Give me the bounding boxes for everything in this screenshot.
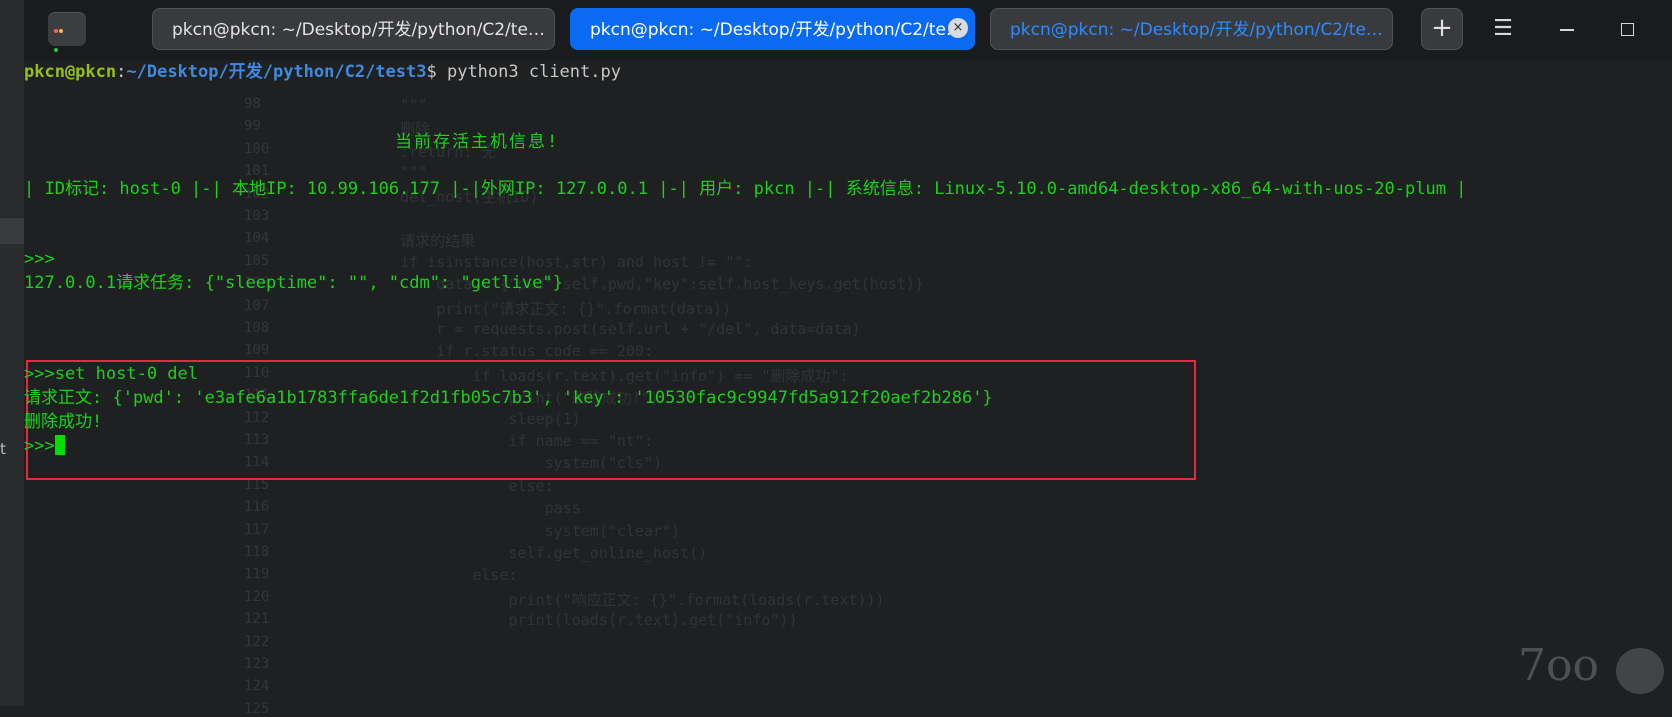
menu-icon[interactable]: ☰ xyxy=(1488,14,1518,44)
bg-line-number: 121 xyxy=(244,611,270,628)
tab-1[interactable]: pkcn@pkcn: ~/Desktop/开发/python/C2/te… xyxy=(152,8,555,50)
bg-line-number: 108 xyxy=(244,320,270,336)
bg-code-line: print(loads(r.text).get("info")) xyxy=(364,611,798,630)
bg-line-number: 104 xyxy=(244,230,270,247)
final-prompt: >>> xyxy=(24,436,55,456)
delete-success-line: 删除成功! xyxy=(24,412,103,432)
bg-line-number: 117 xyxy=(244,521,270,538)
maximize-icon[interactable] xyxy=(1613,14,1643,44)
command-text: python3 client.py xyxy=(436,62,621,82)
bg-code-line: else: xyxy=(364,566,518,585)
bg-line-number: 100 xyxy=(244,140,270,157)
bg-line-number: 101 xyxy=(244,163,270,180)
bg-line-number: 123 xyxy=(244,656,270,672)
tab-2-label: pkcn@pkcn: ~/Desktop/开发/python/C2/te… xyxy=(590,20,963,40)
prompt-dollar: $ xyxy=(426,62,437,82)
empty-prompt: >>> xyxy=(24,249,55,269)
terminal-output[interactable]: 98 99 100 101 102 103 104 105 106 107 108 109 110 111… xyxy=(24,60,1672,717)
left-dock-strip: t xyxy=(0,0,24,706)
final-prompt-line[interactable]: >>> xyxy=(24,435,65,457)
bg-code-line: """ xyxy=(364,96,428,114)
bg-code-line: print("请求正文: {}".format(data)) xyxy=(364,299,732,318)
bg-line-number: 109 xyxy=(244,342,270,359)
bg-line-number: 120 xyxy=(244,588,270,605)
dock-selected-item[interactable] xyxy=(0,218,24,244)
bg-line-number: 105 xyxy=(244,252,270,269)
tab-close-icon[interactable]: × xyxy=(948,18,968,38)
bg-code-line: system("clear") xyxy=(364,521,681,540)
bg-line-number: 116 xyxy=(244,499,270,516)
bg-line-number: 98 xyxy=(244,96,261,112)
bg-code-line: 请求的结果 xyxy=(364,232,476,251)
request-body-line: 请求正文: {'pwd': 'e3afe6a1b1783ffa6de1f2d1f… xyxy=(24,388,993,408)
tab-2-active[interactable]: pkcn@pkcn: ~/Desktop/开发/python/C2/te… xyxy=(570,8,975,50)
bg-line-number: 119 xyxy=(244,566,270,583)
watermark-logo: 7oo xyxy=(1518,640,1668,706)
text-cursor xyxy=(54,435,65,455)
bg-code-line: print("响应正文: {}".format(loads(r.text))) xyxy=(364,590,885,609)
minimize-icon[interactable] xyxy=(1552,14,1582,44)
watermark-text: 7oo xyxy=(1518,640,1599,691)
bg-line-number: 99 xyxy=(244,118,261,135)
bg-code-line: if isinstance(host,str) and host != "": xyxy=(364,252,753,271)
header-text: 当前存活主机信息! xyxy=(395,132,560,152)
watermark-splash xyxy=(1616,648,1664,694)
bg-line-number: 107 xyxy=(244,297,270,314)
prompt-path: ~/Desktop/开发/python/C2/test3 xyxy=(126,62,427,82)
bg-code-line: r = requests.post(self.url + "/del", dat… xyxy=(364,320,861,338)
prompt-line: pkcn@pkcn:~/Desktop/开发/python/C2/test3$ … xyxy=(24,61,621,83)
set-command-line: >>>set host-0 del xyxy=(24,364,198,384)
bg-line-number: 122 xyxy=(244,633,270,650)
task-line: 127.0.0.1请求任务: {"sleeptime": "", "cdm": … xyxy=(24,273,563,293)
bg-code-line: pass xyxy=(364,499,581,518)
highlight-box xyxy=(26,360,1196,480)
title-bar: pkcn@pkcn: ~/Desktop/开发/python/C2/te… pk… xyxy=(24,0,1672,60)
bg-line-number: 103 xyxy=(244,208,270,224)
terminal-app-icon[interactable] xyxy=(48,12,86,52)
prompt-colon: : xyxy=(116,62,127,82)
bg-line-number: 124 xyxy=(244,678,270,695)
tab-3-label: pkcn@pkcn: ~/Desktop/开发/python/C2/te… xyxy=(1010,20,1383,40)
bg-code-line: self.get_online_host() xyxy=(364,544,708,562)
host-info-line: | ID标记: host-0 |-| 本地IP: 10.99.106.177 |… xyxy=(24,179,1467,199)
bg-line-number: 118 xyxy=(244,544,270,560)
bg-code-line: if r.status_code == 200: xyxy=(364,342,653,361)
bg-line-number: 125 xyxy=(244,700,270,717)
tab-3[interactable]: pkcn@pkcn: ~/Desktop/开发/python/C2/te… xyxy=(990,8,1393,50)
tab-1-label: pkcn@pkcn: ~/Desktop/开发/python/C2/te… xyxy=(172,20,545,40)
add-tab-button[interactable]: + xyxy=(1421,8,1463,50)
dock-partial-label: t xyxy=(0,440,6,458)
prompt-user: pkcn@pkcn xyxy=(24,62,117,82)
